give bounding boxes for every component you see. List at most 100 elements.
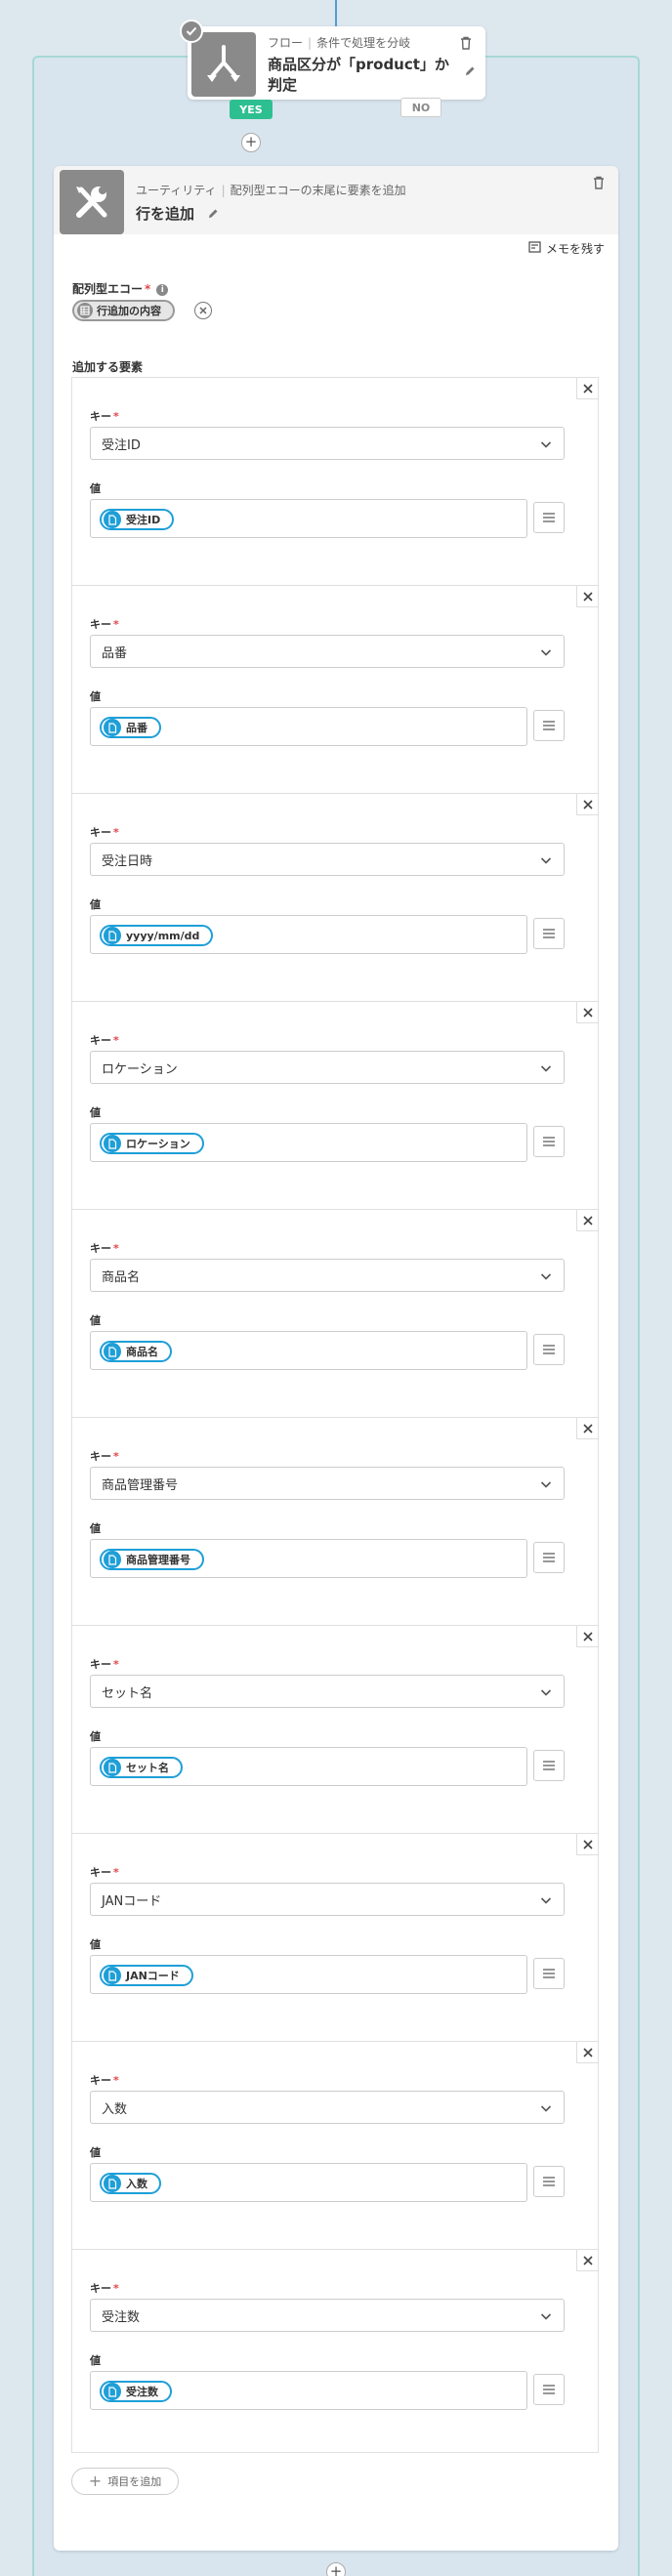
value-input[interactable]: JANコード: [90, 1955, 527, 1994]
key-label-text: キー: [90, 1242, 111, 1255]
element-item: キー * 受注数 値 受注数: [72, 2250, 598, 2458]
value-input[interactable]: 商品管理番号: [90, 1539, 527, 1578]
menu-icon[interactable]: [533, 1542, 565, 1573]
close-icon[interactable]: [576, 2042, 598, 2063]
variable-chip-label: 受注数: [126, 2386, 158, 2398]
required-mark: *: [145, 282, 151, 296]
key-label-text: キー: [90, 410, 111, 423]
menu-icon[interactable]: [533, 502, 565, 533]
menu-icon[interactable]: [533, 1750, 565, 1781]
pencil-icon[interactable]: [207, 206, 219, 224]
value-input[interactable]: ロケーション: [90, 1123, 527, 1162]
variable-chip[interactable]: 入数: [100, 2173, 161, 2194]
value-input[interactable]: yyyy/mm/dd: [90, 915, 527, 954]
no-badge[interactable]: NO: [400, 98, 441, 117]
key-label-text: キー: [90, 1658, 111, 1671]
key-select[interactable]: ロケーション: [90, 1051, 565, 1084]
memo-button[interactable]: メモを残す: [528, 240, 605, 257]
close-icon[interactable]: [576, 2250, 598, 2271]
key-select[interactable]: 商品管理番号: [90, 1467, 565, 1500]
yes-badge[interactable]: YES: [230, 100, 273, 119]
value-label: 値: [90, 1106, 101, 1119]
action-node-card: ユーティリティ | 配列型エコーの末尾に要素を追加 行を追加 メモを残す 配列型エコ…: [54, 166, 618, 2551]
close-icon[interactable]: [576, 1626, 598, 1647]
clear-icon[interactable]: [194, 302, 212, 319]
close-icon[interactable]: [576, 1002, 598, 1023]
plus-icon: +: [88, 2472, 103, 2490]
variable-icon: [104, 1135, 121, 1152]
key-select[interactable]: 受注ID: [90, 427, 565, 460]
pencil-icon[interactable]: [462, 63, 478, 79]
menu-icon[interactable]: [533, 2166, 565, 2197]
key-label-text: キー: [90, 1450, 111, 1463]
variable-chip[interactable]: yyyy/mm/dd: [100, 925, 214, 946]
required-mark: *: [113, 1658, 119, 1671]
value-label: 値: [90, 1730, 101, 1743]
key-select[interactable]: JANコード: [90, 1883, 565, 1916]
variable-chip-label: 品番: [126, 722, 147, 734]
add-step-plus-icon[interactable]: +: [241, 133, 261, 152]
info-icon[interactable]: i: [156, 284, 169, 296]
menu-icon[interactable]: [533, 2374, 565, 2405]
flow-category: フロー: [268, 36, 304, 50]
close-icon[interactable]: [576, 1834, 598, 1855]
variable-chip[interactable]: 商品名: [100, 1341, 172, 1362]
required-mark: *: [113, 2282, 119, 2295]
key-select[interactable]: 商品名: [90, 1259, 565, 1292]
value-input[interactable]: セット名: [90, 1747, 527, 1786]
menu-icon[interactable]: [533, 1334, 565, 1365]
trash-icon[interactable]: [591, 174, 607, 191]
close-icon[interactable]: [576, 378, 598, 399]
add-item-button[interactable]: + 項目を追加: [71, 2468, 179, 2495]
card-title: 行を追加: [136, 203, 219, 224]
key-select[interactable]: 品番: [90, 635, 565, 668]
variable-chip-label: 商品管理番号: [126, 1554, 190, 1566]
variable-chip[interactable]: JANコード: [100, 1965, 193, 1986]
value-input[interactable]: 商品名: [90, 1331, 527, 1370]
value-label: 値: [90, 1314, 101, 1327]
value-input[interactable]: 入数: [90, 2163, 527, 2202]
key-select[interactable]: セット名: [90, 1675, 565, 1708]
required-mark: *: [113, 826, 119, 839]
menu-icon[interactable]: [533, 1126, 565, 1157]
variable-chip[interactable]: セット名: [100, 1757, 183, 1778]
array-echo-chip[interactable]: 行追加の内容: [72, 300, 175, 321]
elements-label: 追加する要素: [72, 360, 144, 374]
variable-chip[interactable]: ロケーション: [100, 1133, 204, 1154]
menu-icon[interactable]: [533, 710, 565, 741]
variable-chip[interactable]: 受注ID: [100, 509, 175, 530]
close-icon[interactable]: [576, 1210, 598, 1231]
close-icon[interactable]: [576, 794, 598, 815]
trash-icon[interactable]: [458, 34, 474, 52]
add-step-plus-icon[interactable]: +: [326, 2562, 346, 2576]
key-label-text: キー: [90, 2282, 111, 2295]
array-field-label: 配列型エコー * i: [72, 280, 169, 297]
variable-chip-label: JANコード: [126, 1970, 180, 1982]
value-input[interactable]: 品番: [90, 707, 527, 746]
required-mark: *: [113, 2074, 119, 2087]
value-input[interactable]: 受注数: [90, 2371, 527, 2410]
key-label: キー *: [90, 2072, 119, 2088]
key-select[interactable]: 入数: [90, 2091, 565, 2124]
flow-breadcrumb: フロー | 条件で処理を分岐: [268, 36, 411, 50]
close-icon[interactable]: [576, 1418, 598, 1439]
menu-icon[interactable]: [533, 1958, 565, 1989]
key-value: 品番: [102, 645, 128, 661]
key-select[interactable]: 受注数: [90, 2299, 565, 2332]
key-select[interactable]: 受注日時: [90, 843, 565, 876]
close-icon[interactable]: [576, 586, 598, 607]
card-breadcrumb: ユーティリティ | 配列型エコーの末尾に要素を追加: [136, 184, 406, 197]
value-input[interactable]: 受注ID: [90, 499, 527, 538]
variable-chip[interactable]: 品番: [100, 717, 161, 738]
variable-icon: [104, 2175, 121, 2192]
variable-chip[interactable]: 商品管理番号: [100, 1549, 204, 1570]
element-item: キー * JANコード 値 JANコード: [72, 1834, 598, 2042]
flow-node-card[interactable]: フロー | 条件で処理を分岐 商品区分が「product」か判定: [188, 26, 485, 100]
variable-chip-label: ロケーション: [126, 1138, 190, 1150]
variable-icon: [104, 1343, 121, 1360]
key-label: キー *: [90, 1032, 119, 1048]
key-value: 受注日時: [102, 853, 153, 869]
menu-icon[interactable]: [533, 918, 565, 949]
flow-title: 商品区分が「product」か判定: [268, 56, 449, 94]
variable-chip[interactable]: 受注数: [100, 2381, 172, 2402]
